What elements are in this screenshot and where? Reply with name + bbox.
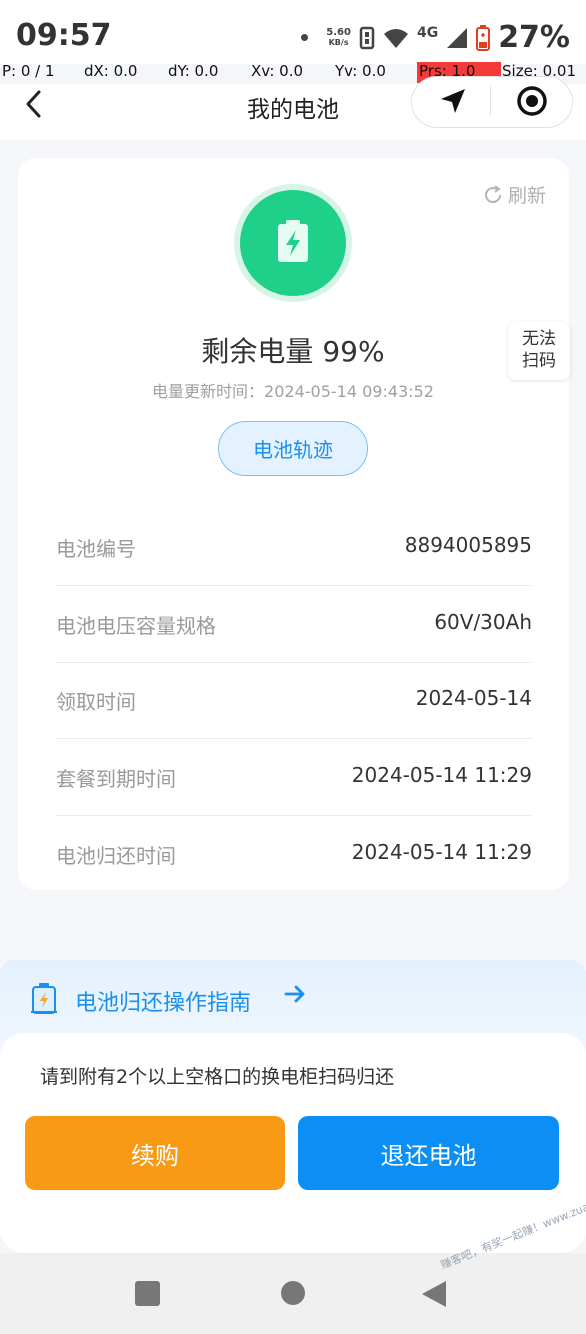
info-label: 电池电压容量规格 bbox=[56, 614, 216, 638]
cannot-scan-button[interactable]: 无法 扫码 bbox=[508, 322, 570, 380]
info-row-plan-expiry: 套餐到期时间 2024-05-14 11:29 bbox=[56, 738, 532, 816]
wifi-icon bbox=[383, 28, 408, 48]
battery-icon bbox=[476, 24, 491, 51]
status-time: 09:57 bbox=[16, 18, 112, 53]
info-label: 领取时间 bbox=[56, 690, 136, 714]
location-arrow-icon bbox=[441, 89, 465, 113]
back-triangle-icon[interactable] bbox=[422, 1281, 446, 1307]
recents-icon[interactable] bbox=[135, 1281, 160, 1306]
info-value: 2024-05-14 11:29 bbox=[351, 840, 532, 864]
info-label: 套餐到期时间 bbox=[56, 767, 176, 791]
location-button[interactable] bbox=[438, 86, 468, 120]
battery-guide-icon bbox=[30, 982, 58, 1018]
debug-dy: dY: 0.0 bbox=[168, 62, 219, 80]
info-value: 2024-05-14 bbox=[415, 686, 532, 710]
signal-icon bbox=[447, 27, 468, 48]
debug-dx: dX: 0.0 bbox=[84, 62, 138, 80]
info-row-return-time: 电池归还时间 2024-05-14 11:29 bbox=[56, 815, 532, 892]
return-hint: 请到附有2个以上空格口的换电柜扫码归还 bbox=[40, 1066, 395, 1088]
refresh-label: 刷新 bbox=[508, 185, 547, 207]
info-label: 电池归还时间 bbox=[56, 844, 176, 868]
charge-update-time: 电量更新时间：2024-05-14 09:43:52 bbox=[152, 382, 434, 401]
info-value: 60V/30Ah bbox=[434, 610, 532, 634]
net-speed: 5.60 KB/s bbox=[326, 26, 351, 47]
battery-charging-icon bbox=[278, 220, 308, 262]
return-guide-link[interactable]: 电池归还操作指南 bbox=[75, 985, 251, 1017]
info-row-battery-id: 电池编号 8894005895 bbox=[56, 508, 532, 586]
debug-yv: Yv: 0.0 bbox=[335, 62, 386, 80]
mini-program-capsule bbox=[411, 76, 573, 128]
info-row-pickup-time: 领取时间 2024-05-14 bbox=[56, 661, 532, 739]
refresh-icon bbox=[485, 184, 502, 203]
arrow-right-icon bbox=[283, 982, 307, 1012]
battery-percent: 27% bbox=[498, 20, 570, 55]
remaining-charge: 剩余电量 99% bbox=[201, 335, 385, 368]
debug-xv: Xv: 0.0 bbox=[251, 62, 304, 80]
battery-status-circle bbox=[240, 190, 346, 296]
home-icon[interactable] bbox=[281, 1281, 305, 1305]
refresh-button[interactable]: 刷新 bbox=[482, 181, 546, 208]
status-icons: 5.60 KB/s 4G 27% bbox=[301, 20, 570, 55]
debug-pointer: P: 0 / 1 bbox=[2, 62, 55, 80]
info-value: 8894005895 bbox=[404, 533, 532, 557]
target-icon bbox=[517, 86, 547, 116]
info-row-spec: 电池电压容量规格 60V/30Ah bbox=[56, 585, 532, 663]
close-mini-program-button[interactable] bbox=[516, 85, 548, 121]
vibrate-icon bbox=[359, 26, 375, 49]
battery-track-button[interactable]: 电池轨迹 bbox=[218, 421, 368, 476]
info-value: 2024-05-14 11:29 bbox=[351, 763, 532, 787]
network-type: 4G bbox=[416, 24, 439, 41]
notification-dot-icon bbox=[301, 34, 309, 41]
renew-button[interactable]: 续购 bbox=[25, 1116, 285, 1190]
return-battery-button[interactable]: 退还电池 bbox=[298, 1116, 559, 1190]
capsule-divider bbox=[490, 86, 491, 116]
info-label: 电池编号 bbox=[56, 537, 136, 561]
